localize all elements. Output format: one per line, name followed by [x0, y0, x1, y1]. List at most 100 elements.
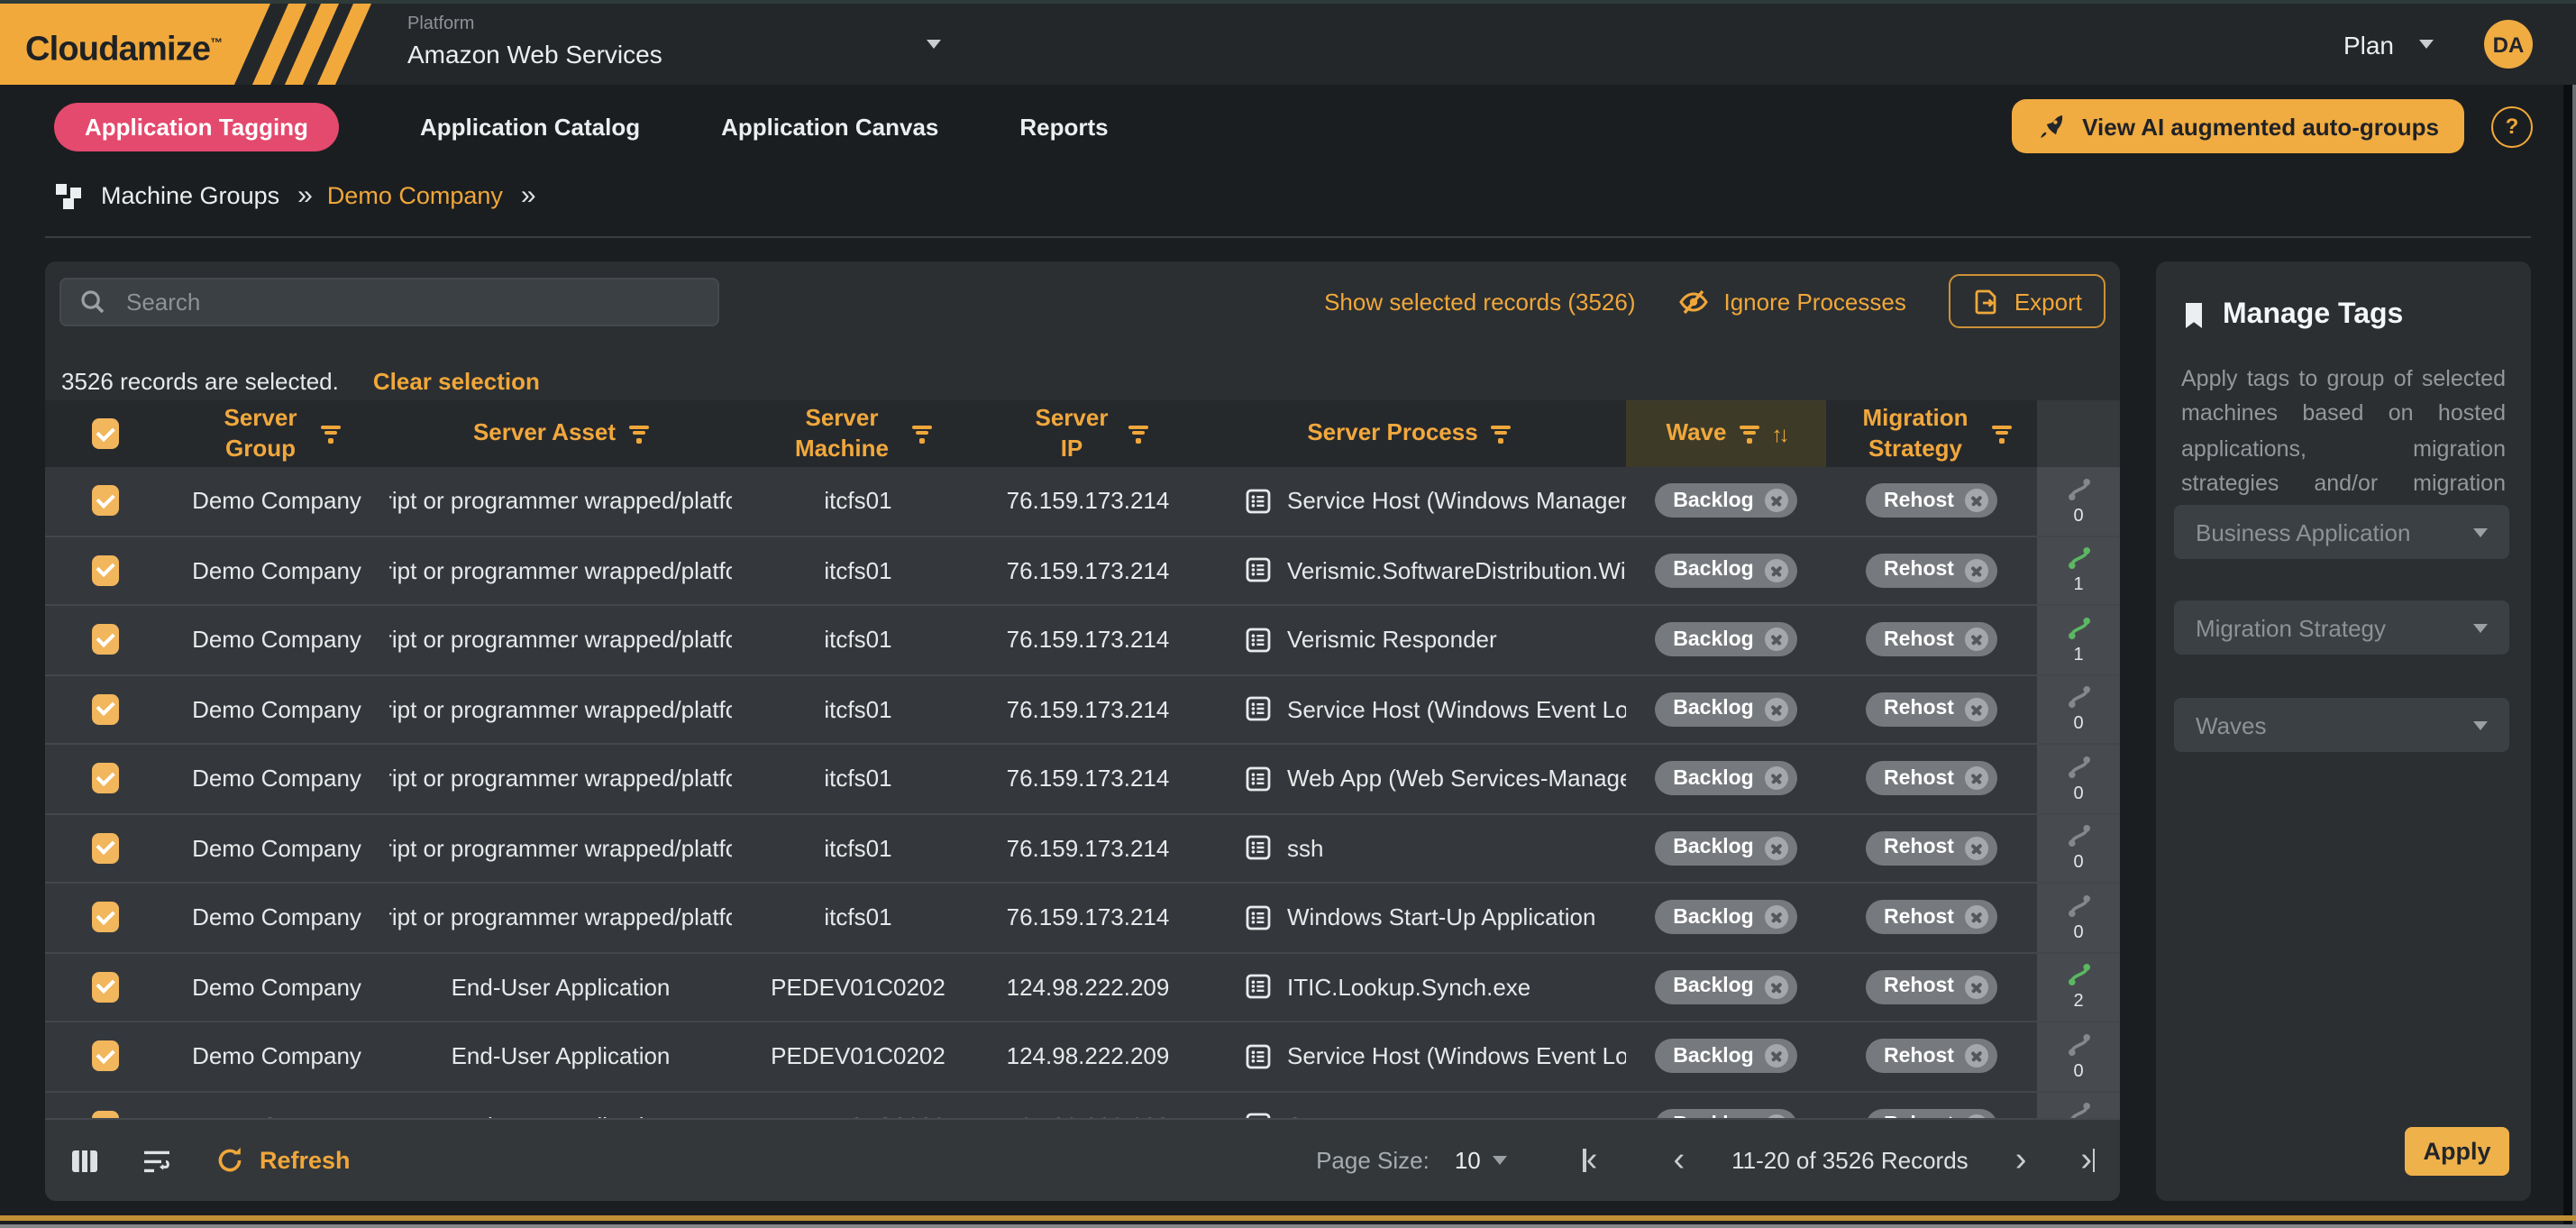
filter-icon[interactable]	[1991, 425, 2011, 443]
breadcrumb-root[interactable]: Machine Groups	[101, 182, 279, 209]
platform-selector[interactable]: Platform Amazon Web Services	[407, 14, 662, 69]
remove-tag-icon[interactable]	[1765, 1045, 1788, 1068]
remove-tag-icon[interactable]	[1965, 490, 1988, 513]
table-row[interactable]: Demo Company Script or programmer wrappe…	[45, 745, 2120, 814]
last-page-button[interactable]: ›	[2080, 1143, 2095, 1178]
wrap-text-icon[interactable]	[142, 1148, 171, 1173]
column-header-server-machine[interactable]: Server Machine	[732, 400, 984, 467]
cell-connections[interactable]: 0	[2037, 884, 2120, 951]
table-row[interactable]: Demo Company End-User Application PEDEV0…	[45, 1092, 2120, 1118]
remove-tag-icon[interactable]	[1765, 490, 1788, 513]
tab-reports[interactable]: Reports	[1019, 113, 1108, 140]
tab-application-canvas[interactable]: Application Canvas	[721, 113, 938, 140]
cell-connections[interactable]: 2	[2037, 953, 2120, 1021]
cell-connections[interactable]: 1	[2037, 536, 2120, 604]
columns-icon[interactable]	[70, 1148, 99, 1173]
breadcrumb-current[interactable]: Demo Company	[327, 182, 503, 209]
filter-icon[interactable]	[320, 425, 340, 443]
table-row[interactable]: Demo Company Script or programmer wrappe…	[45, 536, 2120, 606]
cell-connections[interactable]: 0	[2037, 814, 2120, 882]
first-page-button[interactable]: ‹	[1584, 1143, 1598, 1178]
remove-tag-icon[interactable]	[1965, 837, 1988, 860]
column-header-migration-strategy[interactable]: Migration Strategy	[1826, 400, 2037, 467]
clear-selection-link[interactable]: Clear selection	[373, 368, 540, 395]
table-row[interactable]: Demo Company End-User Application PEDEV0…	[45, 1022, 2120, 1092]
tab-application-catalog[interactable]: Application Catalog	[420, 113, 640, 140]
plan-menu[interactable]: Plan	[2343, 30, 2394, 59]
row-checkbox[interactable]	[91, 1041, 118, 1072]
cell-connections[interactable]: 1	[2037, 606, 2120, 674]
user-avatar[interactable]: DA	[2484, 20, 2533, 69]
remove-tag-icon[interactable]	[1765, 559, 1788, 582]
cell-connections[interactable]: 0	[2037, 745, 2120, 812]
pagination-range: 11-20 of 3526 Records	[1731, 1147, 1969, 1174]
cell-migration-strategy: Rehost	[1826, 953, 2037, 1021]
remove-tag-icon[interactable]	[1765, 906, 1788, 930]
row-checkbox[interactable]	[91, 625, 118, 655]
cell-server-group: Demo Company	[164, 814, 389, 882]
view-ai-auto-groups-button[interactable]: View AI augmented auto-groups	[2012, 99, 2464, 153]
ignore-processes-button[interactable]: Ignore Processes	[1679, 288, 1906, 315]
remove-tag-icon[interactable]	[1965, 698, 1988, 721]
help-icon[interactable]: ?	[2491, 105, 2533, 147]
row-checkbox[interactable]	[91, 1111, 118, 1119]
refresh-button[interactable]: Refresh	[215, 1145, 351, 1176]
business-application-dropdown[interactable]: Business Application	[2174, 505, 2509, 559]
remove-tag-icon[interactable]	[1965, 628, 1988, 652]
row-checkbox[interactable]	[91, 903, 118, 933]
remove-tag-icon[interactable]	[1765, 767, 1788, 791]
filter-icon[interactable]	[1739, 425, 1758, 443]
select-all-checkbox[interactable]	[91, 418, 118, 449]
filter-icon[interactable]	[1491, 425, 1511, 443]
column-header-server-ip[interactable]: Server IP	[984, 400, 1192, 467]
table-row[interactable]: Demo Company Script or programmer wrappe…	[45, 606, 2120, 675]
row-checkbox[interactable]	[91, 972, 118, 1003]
scrollbar-track[interactable]	[2563, 85, 2576, 1224]
column-header-server-group[interactable]: Server Group	[164, 400, 389, 467]
search-box[interactable]	[59, 277, 719, 325]
column-header-server-asset[interactable]: Server Asset	[389, 400, 732, 467]
table-row[interactable]: Demo Company Script or programmer wrappe…	[45, 814, 2120, 884]
table-row[interactable]: Demo Company Script or programmer wrappe…	[45, 675, 2120, 745]
search-input[interactable]	[123, 286, 699, 316]
row-checkbox[interactable]	[91, 694, 118, 725]
sort-icon[interactable]: ↑↓	[1771, 421, 1786, 446]
column-header-server-process[interactable]: Server Process	[1192, 400, 1626, 467]
remove-tag-icon[interactable]	[1765, 628, 1788, 652]
row-checkbox[interactable]	[91, 833, 118, 864]
previous-page-button[interactable]: ‹	[1673, 1143, 1685, 1178]
remove-tag-icon[interactable]	[1765, 837, 1788, 860]
filter-icon[interactable]	[912, 425, 932, 443]
plan-caret-icon[interactable]	[2419, 40, 2434, 49]
remove-tag-icon[interactable]	[1965, 976, 1988, 999]
migration-strategy-dropdown[interactable]: Migration Strategy	[2174, 600, 2509, 655]
cell-connections[interactable]: 0	[2037, 1092, 2120, 1118]
export-button[interactable]: Export	[1950, 274, 2106, 328]
platform-caret-icon[interactable]	[927, 40, 941, 49]
remove-tag-icon[interactable]	[1965, 767, 1988, 791]
row-checkbox[interactable]	[91, 486, 118, 517]
apply-button[interactable]: Apply	[2405, 1127, 2509, 1176]
next-page-button[interactable]: ›	[2015, 1143, 2027, 1178]
row-checkbox[interactable]	[91, 764, 118, 794]
column-header-wave[interactable]: Wave ↑↓	[1626, 400, 1826, 467]
remove-tag-icon[interactable]	[1765, 976, 1788, 999]
cell-connections[interactable]: 0	[2037, 467, 2120, 535]
tab-application-tagging[interactable]: Application Tagging	[54, 102, 339, 151]
remove-tag-icon[interactable]	[1965, 906, 1988, 930]
cell-connections[interactable]: 0	[2037, 675, 2120, 743]
page-size-select[interactable]: 10	[1455, 1147, 1508, 1174]
waves-dropdown[interactable]: Waves	[2174, 698, 2509, 752]
table-row[interactable]: Demo Company Script or programmer wrappe…	[45, 467, 2120, 536]
row-checkbox[interactable]	[91, 555, 118, 586]
table-row[interactable]: Demo Company Script or programmer wrappe…	[45, 884, 2120, 953]
filter-icon[interactable]	[1128, 425, 1147, 443]
remove-tag-icon[interactable]	[1965, 1045, 1988, 1068]
remove-tag-icon[interactable]	[1765, 698, 1788, 721]
show-selected-records-link[interactable]: Show selected records (3526)	[1324, 288, 1635, 315]
table-row[interactable]: Demo Company End-User Application PEDEV0…	[45, 953, 2120, 1022]
remove-tag-icon[interactable]	[1965, 559, 1988, 582]
cell-server-ip: 76.159.173.214	[984, 814, 1192, 882]
filter-icon[interactable]	[628, 425, 648, 443]
cell-connections[interactable]: 0	[2037, 1022, 2120, 1090]
